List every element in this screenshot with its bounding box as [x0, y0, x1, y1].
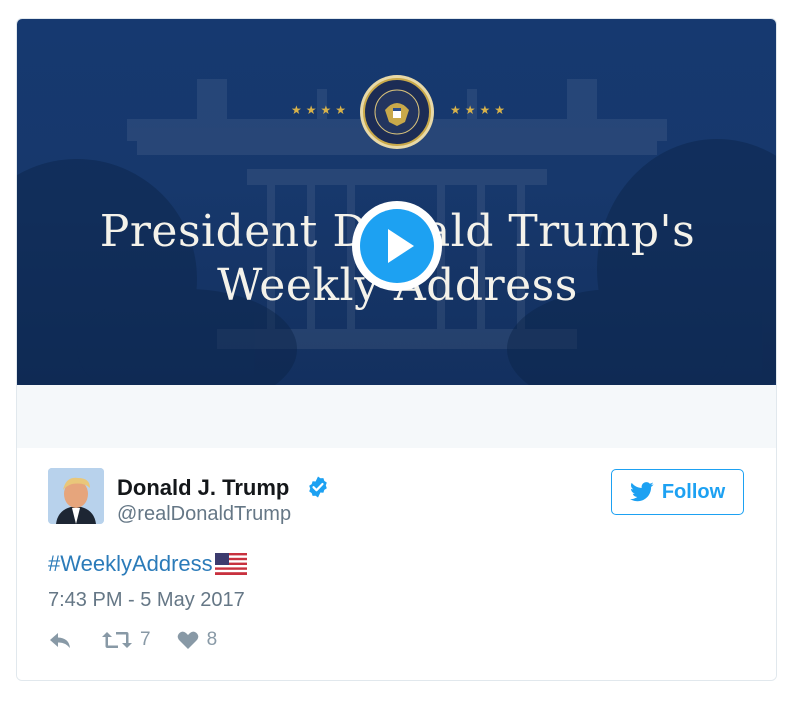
- follow-button[interactable]: Follow: [611, 469, 744, 515]
- presidential-seal-icon: [360, 75, 434, 149]
- play-button[interactable]: [352, 201, 442, 291]
- verified-badge-icon: [309, 476, 327, 498]
- play-icon: [360, 209, 434, 283]
- like-button[interactable]: 8: [177, 629, 218, 651]
- retweet-count: 7: [140, 629, 151, 650]
- author-name[interactable]: Donald J. Trump: [117, 475, 289, 501]
- heart-icon: [177, 631, 198, 649]
- media-caption-area: [17, 385, 776, 448]
- tweet-text: #WeeklyAddress: [48, 551, 247, 577]
- author-handle[interactable]: @realDonaldTrump: [117, 503, 291, 526]
- embedded-tweet-card: ★★★★ ★★★★ President Donald Trump's Weekl…: [16, 18, 777, 681]
- retweet-button[interactable]: 7: [102, 629, 151, 651]
- reply-icon: [50, 633, 70, 648]
- decorative-stars-left: ★★★★: [291, 103, 351, 117]
- tweet-body: Donald J. Trump @realDonaldTrump Follow …: [17, 448, 776, 680]
- reply-button[interactable]: [48, 630, 72, 650]
- avatar[interactable]: [48, 468, 104, 524]
- hashtag-link[interactable]: #WeeklyAddress: [48, 551, 213, 577]
- us-flag-icon: [214, 553, 247, 575]
- decorative-stars-right: ★★★★: [450, 103, 510, 117]
- retweet-icon: [102, 632, 132, 648]
- tweet-timestamp[interactable]: 7:43 PM - 5 May 2017: [48, 589, 245, 612]
- twitter-bird-icon: [629, 482, 654, 502]
- follow-button-label: Follow: [661, 480, 726, 503]
- video-thumbnail[interactable]: ★★★★ ★★★★ President Donald Trump's Weekl…: [17, 19, 776, 385]
- like-count: 8: [206, 629, 218, 650]
- tweet-actions: 7 8: [48, 629, 217, 651]
